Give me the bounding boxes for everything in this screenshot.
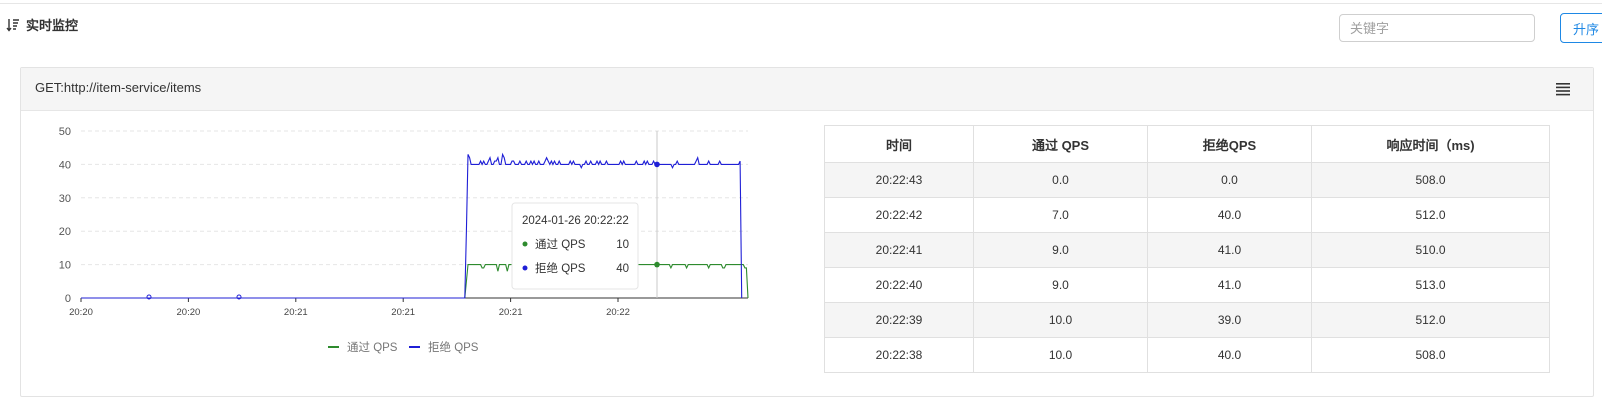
- table-row: 20:22:41 9.0 41.0 510.0: [824, 232, 1550, 268]
- column-header-block-qps: 拒绝QPS: [1147, 125, 1312, 163]
- cell-rt: 508.0: [1311, 337, 1550, 373]
- qps-line-chart: 0 10 20 30 40 50 20:20 20:20 20:21 20:21 20:21 20:2…: [59, 126, 749, 354]
- hover-point-pass-qps: [654, 261, 660, 268]
- tooltip-series-value: 40: [616, 263, 629, 275]
- x-tick-label: 20:21: [391, 307, 415, 318]
- table-row: 20:22:38 10.0 40.0 508.0: [824, 337, 1550, 373]
- cell-pass-qps: 7.0: [973, 197, 1148, 233]
- cell-pass-qps: 9.0: [973, 232, 1148, 268]
- qps-table-container: 时间 通过 QPS 拒绝QPS 响应时间（ms) 20:22:43 0.0 0.…: [824, 125, 1550, 373]
- page-title: 实时监控: [6, 15, 78, 34]
- cell-rt: 512.0: [1311, 302, 1550, 338]
- panel-header: GET:http://item-service/items: [21, 68, 1593, 111]
- y-tick-label: 0: [65, 293, 71, 305]
- tooltip-series-label: 拒绝 QPS: [535, 261, 586, 275]
- sort-desc-icon: [6, 18, 19, 32]
- cell-pass-qps: 10.0: [973, 302, 1148, 338]
- series-line-pass-qps: [81, 263, 749, 299]
- x-tick-label: 20:21: [499, 307, 523, 318]
- y-tick-label: 30: [59, 193, 71, 205]
- cell-time: 20:22:43: [824, 162, 974, 198]
- cell-time: 20:22:42: [824, 197, 974, 233]
- table-row: 20:22:43 0.0 0.0 508.0: [824, 162, 1550, 198]
- cell-pass-qps: 9.0: [973, 267, 1148, 303]
- x-tick-label: 20:20: [69, 307, 93, 318]
- y-tick-label: 40: [59, 159, 71, 171]
- keyword-search-input[interactable]: [1339, 14, 1535, 42]
- table-header-row: 时间 通过 QPS 拒绝QPS 响应时间（ms): [824, 125, 1550, 163]
- resource-panel: GET:http://item-service/items 0 10 20 30 40 5…: [20, 67, 1594, 397]
- top-divider: [0, 3, 1602, 4]
- cell-time: 20:22:38: [824, 337, 974, 373]
- table-row: 20:22:42 7.0 40.0 512.0: [824, 197, 1550, 233]
- table-row: 20:22:40 9.0 41.0 513.0: [824, 267, 1550, 303]
- tooltip-series-dot: [522, 265, 528, 271]
- tooltip-title: 2024-01-26 20:22:22: [522, 215, 629, 227]
- y-tick-label: 10: [59, 260, 71, 272]
- x-tick-label: 20:22: [606, 307, 630, 318]
- cell-block-qps: 39.0: [1147, 302, 1312, 338]
- tooltip-series-dot: [522, 241, 528, 247]
- hover-point-block-qps: [654, 161, 660, 168]
- cell-rt: 513.0: [1311, 267, 1550, 303]
- y-tick-label: 20: [59, 226, 71, 238]
- sort-order-button[interactable]: 升序: [1560, 13, 1602, 43]
- tooltip-series-value: 10: [616, 239, 629, 251]
- column-header-rt: 响应时间（ms): [1311, 125, 1550, 163]
- menu-icon[interactable]: [1555, 81, 1571, 97]
- page-title-text: 实时监控: [26, 18, 79, 33]
- series-line-block-qps: [81, 152, 743, 299]
- legend-label: 通过 QPS: [347, 341, 398, 354]
- cell-pass-qps: 10.0: [973, 337, 1148, 373]
- cell-time: 20:22:40: [824, 267, 974, 303]
- cell-block-qps: 40.0: [1147, 197, 1312, 233]
- cell-rt: 510.0: [1311, 232, 1550, 268]
- cell-block-qps: 41.0: [1147, 232, 1312, 268]
- qps-table: 时间 通过 QPS 拒绝QPS 响应时间（ms) 20:22:43 0.0 0.…: [824, 125, 1550, 373]
- table-row: 20:22:39 10.0 39.0 512.0: [824, 302, 1550, 338]
- legend-label: 拒绝 QPS: [428, 340, 479, 354]
- column-header-time: 时间: [824, 125, 974, 163]
- column-header-pass-qps: 通过 QPS: [973, 125, 1148, 163]
- cell-time: 20:22:39: [824, 302, 974, 338]
- cell-block-qps: 41.0: [1147, 267, 1312, 303]
- cell-time: 20:22:41: [824, 232, 974, 268]
- x-tick-label: 20:20: [177, 307, 201, 318]
- cell-rt: 508.0: [1311, 162, 1550, 198]
- resource-title: GET:http://item-service/items: [35, 80, 202, 95]
- tooltip-series-label: 通过 QPS: [535, 238, 586, 251]
- y-tick-label: 50: [59, 126, 71, 138]
- x-tick-label: 20:21: [284, 307, 308, 318]
- page-header: 实时监控 升序: [0, 10, 1602, 50]
- cell-block-qps: 40.0: [1147, 337, 1312, 373]
- cell-block-qps: 0.0: [1147, 162, 1312, 198]
- chart-tooltip: 2024-01-26 20:22:22 通过 QPS 10 拒绝 QPS 40: [511, 202, 639, 290]
- cell-rt: 512.0: [1311, 197, 1550, 233]
- cell-pass-qps: 0.0: [973, 162, 1148, 198]
